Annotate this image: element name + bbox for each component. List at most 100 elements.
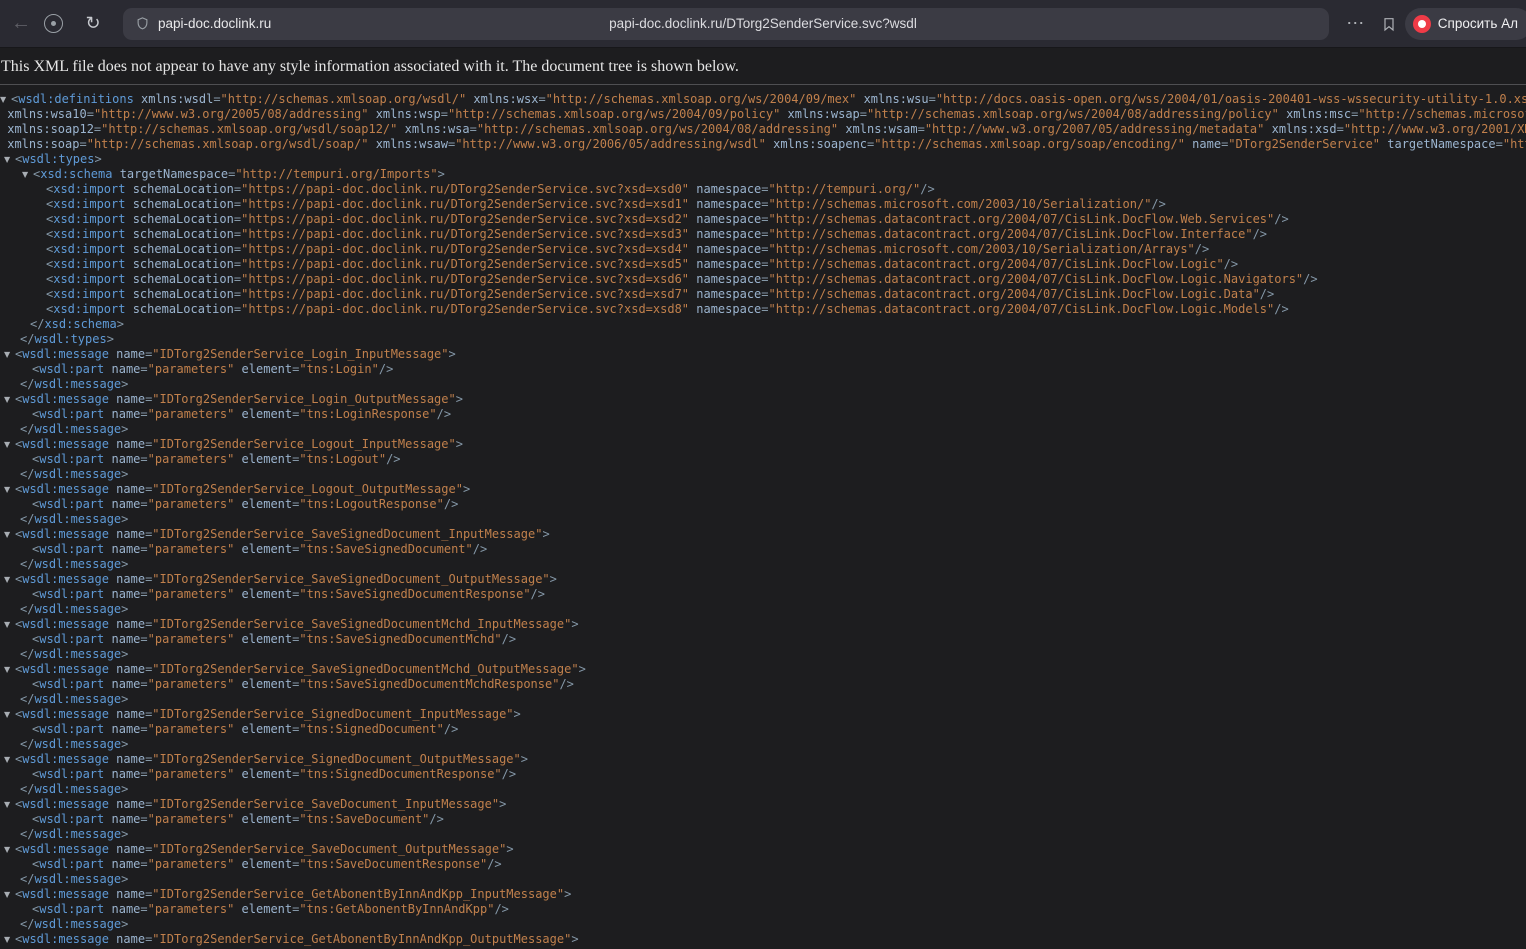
xml-token: xsd:import <box>53 272 126 286</box>
alice-button[interactable]: Спросить Ал <box>1404 7 1526 40</box>
bookmark-icon[interactable] <box>1373 16 1405 32</box>
xml-token: "http://schemas.datacontract.org/2004/07… <box>768 302 1275 316</box>
xml-token: xsd:import <box>53 257 126 271</box>
xml-line: ▼ <wsdl:message name="IDTorg2SenderServic… <box>0 437 1526 452</box>
xml-token: > <box>121 422 129 436</box>
xml-token: xmlns:soap12 <box>0 122 94 136</box>
xml-token: xsd:import <box>53 182 126 196</box>
collapse-arrow-icon[interactable]: ▼ <box>4 752 15 767</box>
xml-token: > <box>578 662 586 676</box>
xml-token: wsdl:part <box>39 767 105 781</box>
xml-line: </wsdl:message> <box>0 872 1526 887</box>
xml-token: "http://tempuri.org/Imports" <box>235 167 438 181</box>
xml-token: </ <box>20 557 35 571</box>
browser-badge-icon[interactable] <box>44 14 63 33</box>
xml-token: name <box>104 812 141 826</box>
xml-token: = <box>140 677 148 691</box>
xml-token: </ <box>20 377 35 391</box>
xml-token: </ <box>20 782 35 796</box>
xml-token: </ <box>30 317 45 331</box>
shield-icon[interactable] <box>135 16 150 31</box>
xml-token: namespace <box>689 227 762 241</box>
collapse-arrow-icon[interactable]: ▼ <box>4 932 15 947</box>
xml-token: /> <box>443 497 459 511</box>
xml-line: ▼ <wsdl:message name="IDTorg2SenderServic… <box>0 887 1526 902</box>
xml-token: </ <box>20 467 35 481</box>
xml-token: </ <box>20 422 35 436</box>
xml-token: wsdl:message <box>22 617 109 631</box>
xml-token: = <box>917 122 925 136</box>
xml-token: /> <box>443 722 459 736</box>
collapse-arrow-icon[interactable]: ▼ <box>4 527 15 542</box>
xml-line: <wsdl:part name="parameters" element="tn… <box>0 587 1526 602</box>
xml-token: /> <box>1252 227 1268 241</box>
refresh-icon[interactable]: ↻ <box>73 13 113 34</box>
xml-token: xsd:import <box>53 227 126 241</box>
collapse-arrow-icon[interactable]: ▼ <box>4 842 15 857</box>
xml-token: "IDTorg2SenderService_SaveDocument_Input… <box>152 797 500 811</box>
xml-token: = <box>140 452 148 466</box>
xml-line: <xsd:import schemaLocation="https://papi… <box>0 182 1526 197</box>
xml-line: <wsdl:part name="parameters" element="tn… <box>0 407 1526 422</box>
collapse-arrow-icon[interactable]: ▼ <box>4 347 15 362</box>
collapse-arrow-icon[interactable]: ▼ <box>22 167 33 182</box>
xml-token: xmlns:wsdl <box>133 92 214 106</box>
xml-token: > <box>499 797 507 811</box>
address-bar[interactable]: papi-doc.doclink.ru <box>123 7 1329 40</box>
collapse-arrow-icon[interactable]: ▼ <box>4 392 15 407</box>
browser-toolbar: ← ↻ papi-doc.doclink.ru papi-doc.doclink… <box>0 0 1526 48</box>
collapse-arrow-icon[interactable]: ▼ <box>4 572 15 587</box>
collapse-arrow-icon[interactable]: ▼ <box>4 662 15 677</box>
xml-token: "http://schemas.microsoft <box>1358 107 1526 121</box>
collapse-arrow-icon[interactable]: ▼ <box>4 797 15 812</box>
xml-token: element <box>234 812 293 826</box>
xml-token: > <box>116 317 124 331</box>
xml-token: > <box>121 557 129 571</box>
xml-token: /> <box>1151 197 1166 211</box>
xml-token: wsdl:message <box>22 797 109 811</box>
xml-token: "parameters" <box>147 542 235 556</box>
xml-token: = <box>761 257 769 271</box>
xml-token: </ <box>20 737 35 751</box>
xml-token: "tns:LoginResponse" <box>299 407 437 421</box>
collapse-arrow-icon[interactable]: ▼ <box>4 617 15 632</box>
xml-token: "tns:SignedDocument" <box>299 722 444 736</box>
url-domain-text[interactable]: papi-doc.doclink.ru <box>158 16 271 31</box>
xml-token: </ <box>20 692 35 706</box>
xml-token: > <box>121 692 129 706</box>
xml-line: </wsdl:message> <box>0 737 1526 752</box>
xml-token: </ <box>20 602 35 616</box>
xml-token: "tns:SignedDocumentResponse" <box>299 767 502 781</box>
xml-token: = <box>233 257 242 271</box>
xml-token: name <box>108 752 146 766</box>
xml-token: xmlns:soap <box>0 137 80 151</box>
back-icon[interactable]: ← <box>0 12 42 35</box>
collapse-arrow-icon[interactable]: ▼ <box>4 707 15 722</box>
collapse-arrow-icon[interactable]: ▼ <box>4 887 15 902</box>
collapse-arrow-icon[interactable]: ▼ <box>4 152 15 167</box>
collapse-arrow-icon[interactable]: ▼ <box>4 437 15 452</box>
xml-token: wsdl:part <box>39 497 105 511</box>
collapse-arrow-icon[interactable]: ▼ <box>0 92 11 107</box>
xml-token: = <box>859 107 868 121</box>
collapse-arrow-icon[interactable]: ▼ <box>4 482 15 497</box>
xml-token: > <box>571 932 579 946</box>
xml-token: name <box>104 452 141 466</box>
xml-token: = <box>140 857 148 871</box>
xml-token: "IDTorg2SenderService_SaveSignedDocument… <box>152 617 572 631</box>
xml-token: "https://papi-doc.doclink.ru/DTorg2Sende… <box>241 272 690 286</box>
overflow-menu-icon[interactable]: ⋯ <box>1339 13 1373 34</box>
xml-token: "tns:Login" <box>299 362 379 376</box>
xml-token: > <box>121 647 129 661</box>
xml-token: element <box>234 767 293 781</box>
xml-token: "http://docs.oasis-open.org/wss/2004/01/… <box>935 92 1526 106</box>
xml-token: /> <box>530 587 545 601</box>
xml-token: /> <box>1274 212 1289 226</box>
xml-token: > <box>121 602 129 616</box>
xml-token: namespace <box>689 242 762 256</box>
xml-token: > <box>462 482 471 496</box>
xml-token: element <box>234 452 293 466</box>
xml-token: wsdl:message <box>34 692 122 706</box>
xml-token: wsdl:message <box>22 842 109 856</box>
xml-token: wsdl:message <box>34 737 122 751</box>
